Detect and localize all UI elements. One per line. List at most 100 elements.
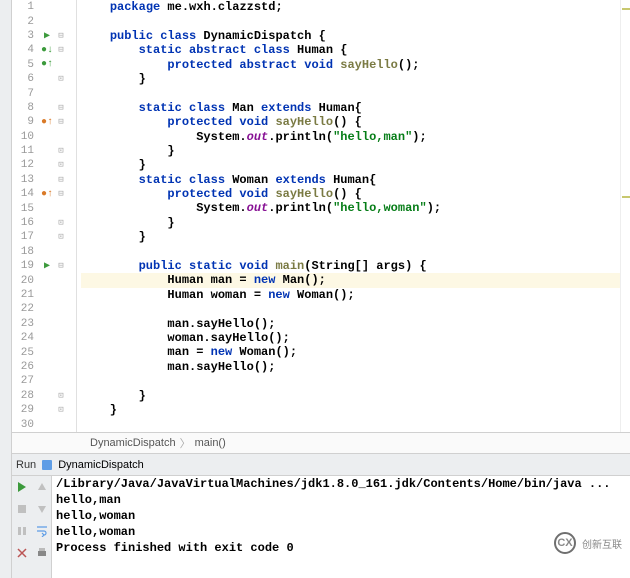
fold-toggle[interactable]: ⊟ — [54, 117, 68, 127]
code-line[interactable] — [81, 86, 620, 100]
gutter-row[interactable]: 13⊟ — [12, 173, 76, 187]
gutter-row[interactable]: 15 — [12, 201, 76, 215]
gutter-row[interactable]: 14●↑⊟ — [12, 187, 76, 201]
gutter-icon[interactable]: ●↓ — [40, 45, 54, 56]
struct-tab[interactable] — [0, 0, 2, 8]
gutter-row[interactable]: 23 — [12, 317, 76, 331]
code-area[interactable]: package me.wxh.clazzstd; public class Dy… — [77, 0, 620, 432]
fold-toggle[interactable]: ⊡ — [54, 160, 68, 170]
code-line[interactable]: package me.wxh.clazzstd; — [81, 0, 620, 14]
code-line[interactable]: } — [81, 144, 620, 158]
gutter-row[interactable]: 4●↓⊟ — [12, 43, 76, 57]
left-tool-tabs[interactable] — [0, 0, 12, 578]
code-line[interactable]: protected abstract void sayHello(); — [81, 58, 620, 72]
code-line[interactable]: protected void sayHello() { — [81, 115, 620, 129]
code-line[interactable]: man.sayHello(); — [81, 360, 620, 374]
gutter-row[interactable]: 11⊡ — [12, 144, 76, 158]
gutter-row[interactable]: 29⊡ — [12, 403, 76, 417]
code-line[interactable]: man.sayHello(); — [81, 317, 620, 331]
gutter-row[interactable]: 16⊡ — [12, 216, 76, 230]
fold-toggle[interactable]: ⊟ — [54, 189, 68, 199]
gutter-row[interactable]: 17⊡ — [12, 230, 76, 244]
gutter-row[interactable]: 1 — [12, 0, 76, 14]
console-output[interactable]: /Library/Java/JavaVirtualMachines/jdk1.8… — [52, 476, 630, 578]
toggle-soft-wrap-button[interactable] — [34, 523, 50, 539]
code-line[interactable] — [81, 14, 620, 28]
code-line[interactable]: protected void sayHello() { — [81, 187, 620, 201]
fold-toggle[interactable]: ⊡ — [54, 405, 68, 415]
code-line[interactable] — [81, 417, 620, 431]
pause-icon[interactable] — [14, 523, 30, 539]
gutter-row[interactable]: 24 — [12, 331, 76, 345]
code-line[interactable]: static abstract class Human { — [81, 43, 620, 57]
fold-toggle[interactable]: ⊡ — [54, 74, 68, 84]
code-line[interactable]: static class Woman extends Human{ — [81, 173, 620, 187]
fold-toggle[interactable]: ⊟ — [54, 45, 68, 55]
rerun-button[interactable] — [14, 479, 30, 495]
gutter-row[interactable]: 19▶⊟ — [12, 259, 76, 273]
code-line[interactable]: public static void main(String[] args) { — [81, 259, 620, 273]
breadcrumb-class[interactable]: DynamicDispatch — [90, 437, 176, 449]
fold-toggle[interactable]: ⊡ — [54, 146, 68, 156]
gutter-row[interactable]: 7 — [12, 86, 76, 100]
stripe-mark[interactable] — [622, 196, 630, 198]
fold-toggle[interactable]: ⊡ — [54, 391, 68, 401]
code-line[interactable]: woman.sayHello(); — [81, 331, 620, 345]
code-line[interactable]: } — [81, 216, 620, 230]
code-line[interactable]: System.out.println("hello,man"); — [81, 130, 620, 144]
gutter-row[interactable]: 10 — [12, 130, 76, 144]
fold-toggle[interactable]: ⊡ — [54, 232, 68, 242]
gutter-row[interactable]: 8⊟ — [12, 101, 76, 115]
code-line[interactable]: static class Man extends Human{ — [81, 101, 620, 115]
gutter-row[interactable]: 25 — [12, 345, 76, 359]
fold-toggle[interactable]: ⊟ — [54, 175, 68, 185]
gutter-row[interactable]: 21 — [12, 288, 76, 302]
stop-button[interactable] — [14, 501, 30, 517]
gutter-row[interactable]: 5●↑ — [12, 58, 76, 72]
code-line[interactable]: } — [81, 389, 620, 403]
code-line[interactable] — [81, 374, 620, 388]
breadcrumb-method[interactable]: main() — [195, 437, 226, 449]
error-stripe[interactable] — [620, 0, 630, 432]
code-line[interactable]: Human woman = new Woman(); — [81, 288, 620, 302]
gutter-row[interactable]: 30 — [12, 417, 76, 431]
fold-toggle[interactable]: ⊡ — [54, 218, 68, 228]
gutter-row[interactable]: 9●↑⊟ — [12, 115, 76, 129]
code-line[interactable]: } — [81, 158, 620, 172]
gutter-row[interactable]: 26 — [12, 360, 76, 374]
breadcrumb[interactable]: DynamicDispatch 〉 main() — [12, 432, 630, 454]
code-line[interactable]: System.out.println("hello,woman"); — [81, 201, 620, 215]
code-line[interactable]: } — [81, 230, 620, 244]
code-line[interactable]: man = new Woman(); — [81, 345, 620, 359]
gutter-row[interactable]: 18 — [12, 245, 76, 259]
gutter-icon[interactable]: ▶ — [40, 260, 54, 272]
code-line[interactable] — [81, 245, 620, 259]
close-button[interactable] — [14, 545, 30, 561]
watermark-text: 创新互联 — [582, 536, 622, 551]
code-line[interactable] — [81, 302, 620, 316]
fold-toggle[interactable]: ⊟ — [54, 103, 68, 113]
gutter-row[interactable]: 27 — [12, 374, 76, 388]
gutter-row[interactable]: 3▶⊟ — [12, 29, 76, 43]
code-line[interactable]: } — [81, 72, 620, 86]
code-line[interactable]: } — [81, 403, 620, 417]
up-button[interactable] — [34, 479, 50, 495]
gutter-row[interactable]: 6⊡ — [12, 72, 76, 86]
gutter-icon[interactable]: ●↑ — [40, 59, 54, 70]
gutter-row[interactable]: 22 — [12, 302, 76, 316]
gutter-row[interactable]: 20 — [12, 273, 76, 287]
code-line[interactable]: public class DynamicDispatch { — [81, 29, 620, 43]
down-button[interactable] — [34, 501, 50, 517]
gutter-row[interactable]: 2 — [12, 14, 76, 28]
gutter-icon[interactable]: ●↑ — [40, 189, 54, 200]
stripe-mark[interactable] — [622, 8, 630, 10]
fold-toggle[interactable]: ⊟ — [54, 261, 68, 271]
print-button[interactable] — [34, 545, 50, 561]
gutter-icon[interactable]: ●↑ — [40, 117, 54, 128]
editor-gutter[interactable]: 123▶⊟4●↓⊟5●↑6⊡78⊟9●↑⊟1011⊡12⊡13⊟14●↑⊟151… — [12, 0, 77, 432]
gutter-row[interactable]: 28⊡ — [12, 389, 76, 403]
gutter-row[interactable]: 12⊡ — [12, 158, 76, 172]
gutter-icon[interactable]: ▶ — [40, 30, 54, 42]
code-line[interactable]: Human man = new Man(); — [81, 273, 620, 287]
fold-toggle[interactable]: ⊟ — [54, 31, 68, 41]
